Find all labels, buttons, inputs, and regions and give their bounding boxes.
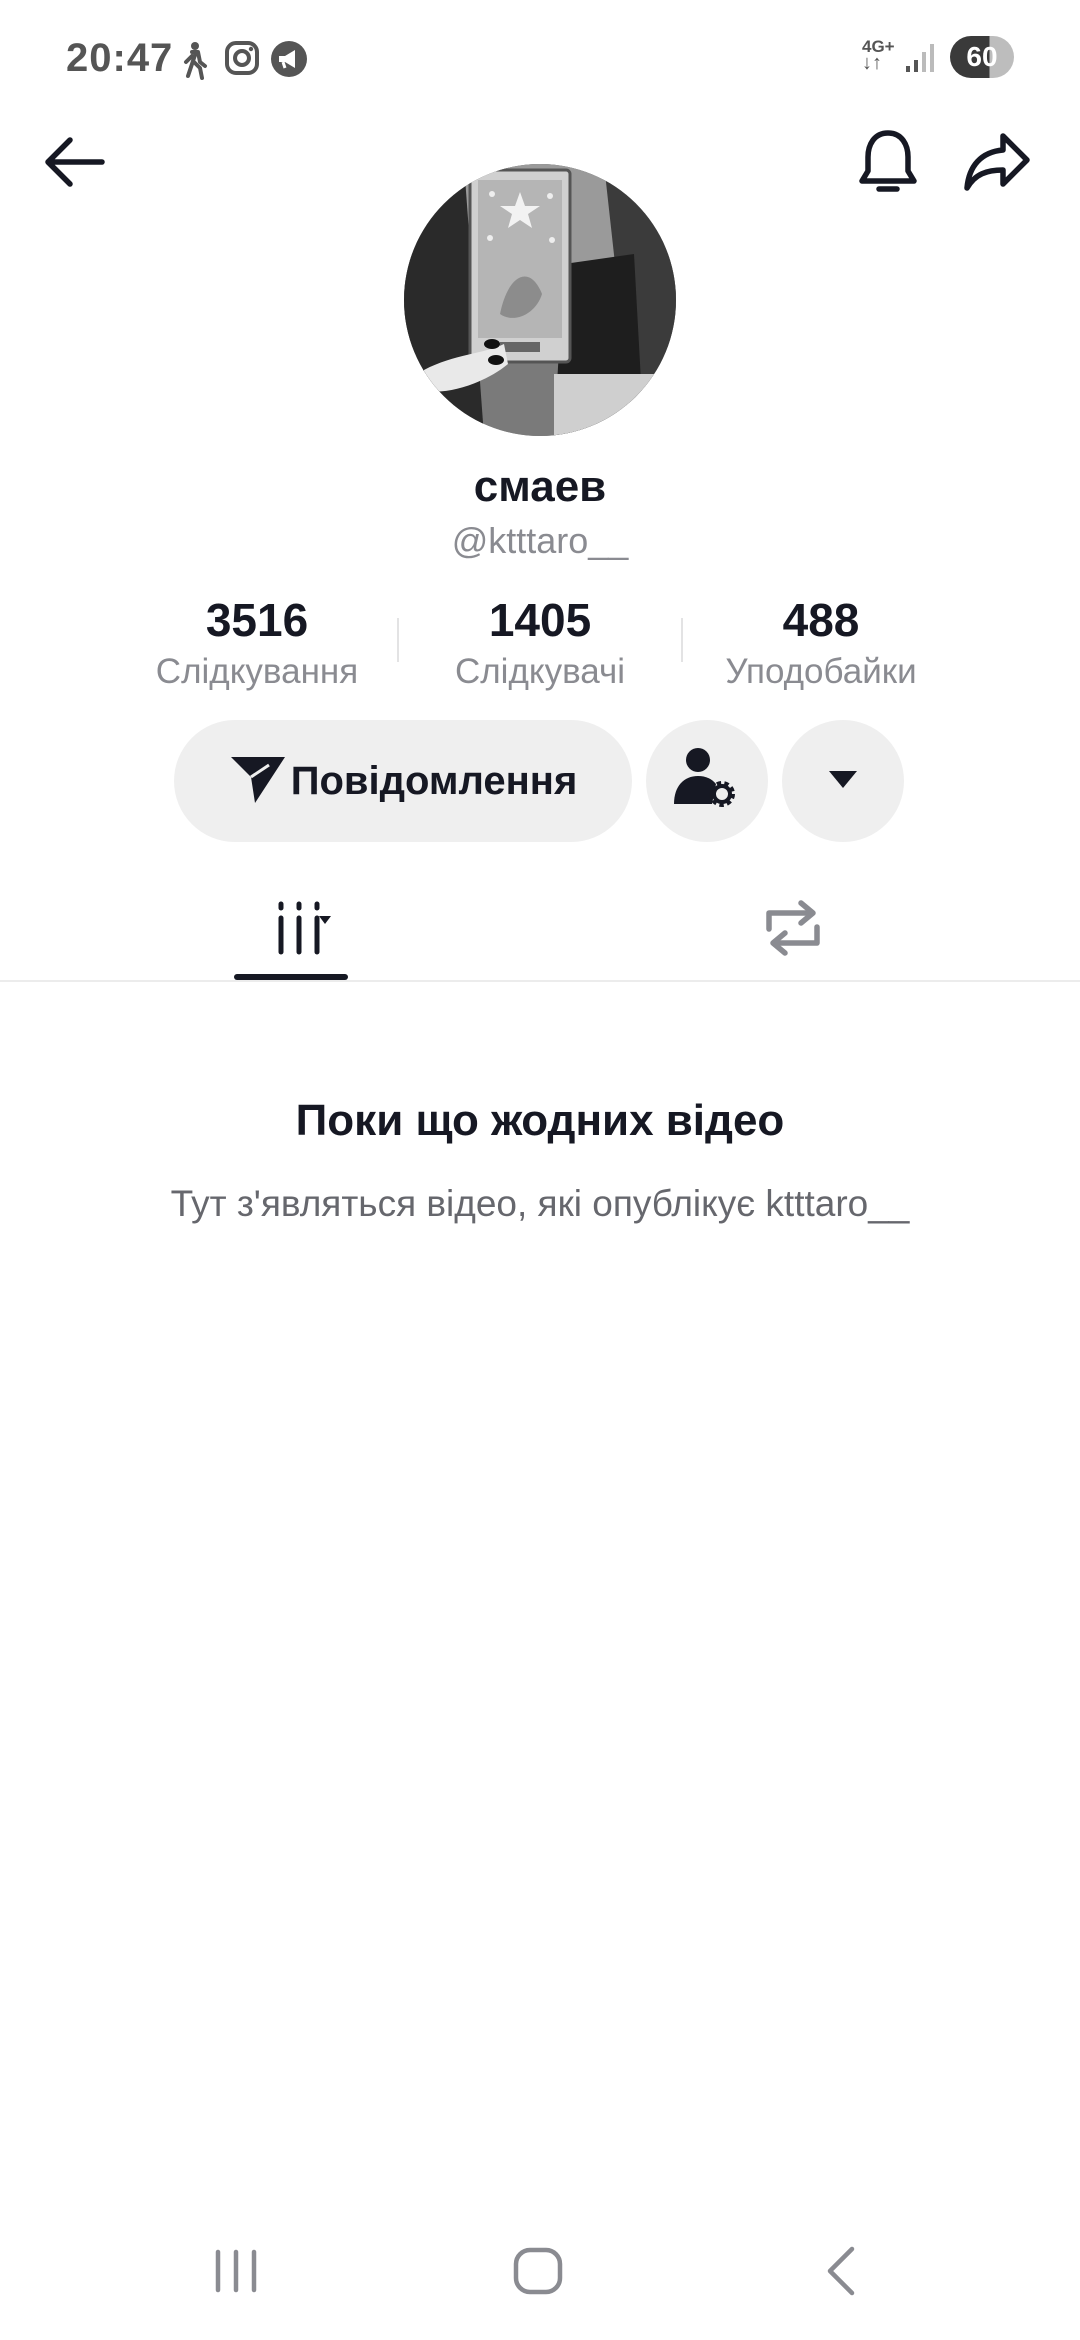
nav-home-button[interactable] [478, 2230, 598, 2316]
nav-recents-button[interactable] [176, 2230, 296, 2316]
stat-value: 3516 [205, 594, 309, 646]
notifications-button[interactable] [848, 124, 928, 204]
share-icon [963, 130, 1033, 199]
send-icon [229, 753, 287, 810]
message-label: Повідомлення [290, 758, 578, 803]
display-name: смаев [473, 462, 607, 511]
stat-followers[interactable]: 1405 Слідкувачі [410, 590, 670, 694]
repost-icon [761, 899, 825, 962]
arrow-left-icon [42, 134, 106, 195]
status-bar: 20:47 4G+ ↓↑ 60 [0, 0, 1080, 120]
follow-settings-button[interactable] [646, 720, 768, 842]
stat-label: Слідкування [155, 652, 359, 691]
instagram-icon [224, 40, 260, 81]
more-options-button[interactable] [782, 720, 904, 842]
avatar[interactable] [404, 164, 676, 436]
stat-following[interactable]: 3516 Слідкування [127, 590, 387, 694]
tab-videos[interactable] [234, 880, 348, 980]
user-settings-icon [672, 746, 742, 817]
back-button[interactable] [34, 124, 114, 204]
tabs-divider [0, 980, 1080, 982]
caret-down-icon [827, 768, 859, 795]
nav-back-button[interactable] [780, 2230, 900, 2316]
back-icon [822, 2245, 858, 2302]
bell-icon [856, 127, 920, 202]
stat-likes[interactable]: 488 Уподобайки [691, 590, 951, 694]
home-icon [512, 2246, 564, 2301]
status-time: 20:47 [66, 36, 174, 80]
network-label: 4G+ ↓↑ [862, 37, 895, 74]
stat-divider [397, 618, 399, 662]
share-button[interactable] [958, 124, 1038, 204]
empty-state-description: Тут з'являться відео, які опублікує kttt… [170, 1183, 910, 1224]
message-button[interactable]: Повідомлення [174, 720, 632, 842]
stat-value: 488 [782, 594, 860, 646]
stat-label: Слідкувачі [454, 652, 625, 691]
videos-grid-icon [249, 900, 333, 961]
empty-state-title: Поки що жодних відео [295, 1096, 785, 1145]
signal-icon [904, 42, 938, 79]
megaphone-icon [270, 40, 308, 83]
stat-value: 1405 [488, 594, 592, 646]
tab-reposts[interactable] [736, 880, 850, 980]
username-handle: @ktttaro__ [451, 520, 629, 561]
walking-icon [178, 40, 210, 85]
stat-label: Уподобайки [725, 652, 917, 691]
stat-divider [681, 618, 683, 662]
recents-icon [212, 2248, 260, 2299]
battery-indicator: 60 [950, 36, 1014, 78]
